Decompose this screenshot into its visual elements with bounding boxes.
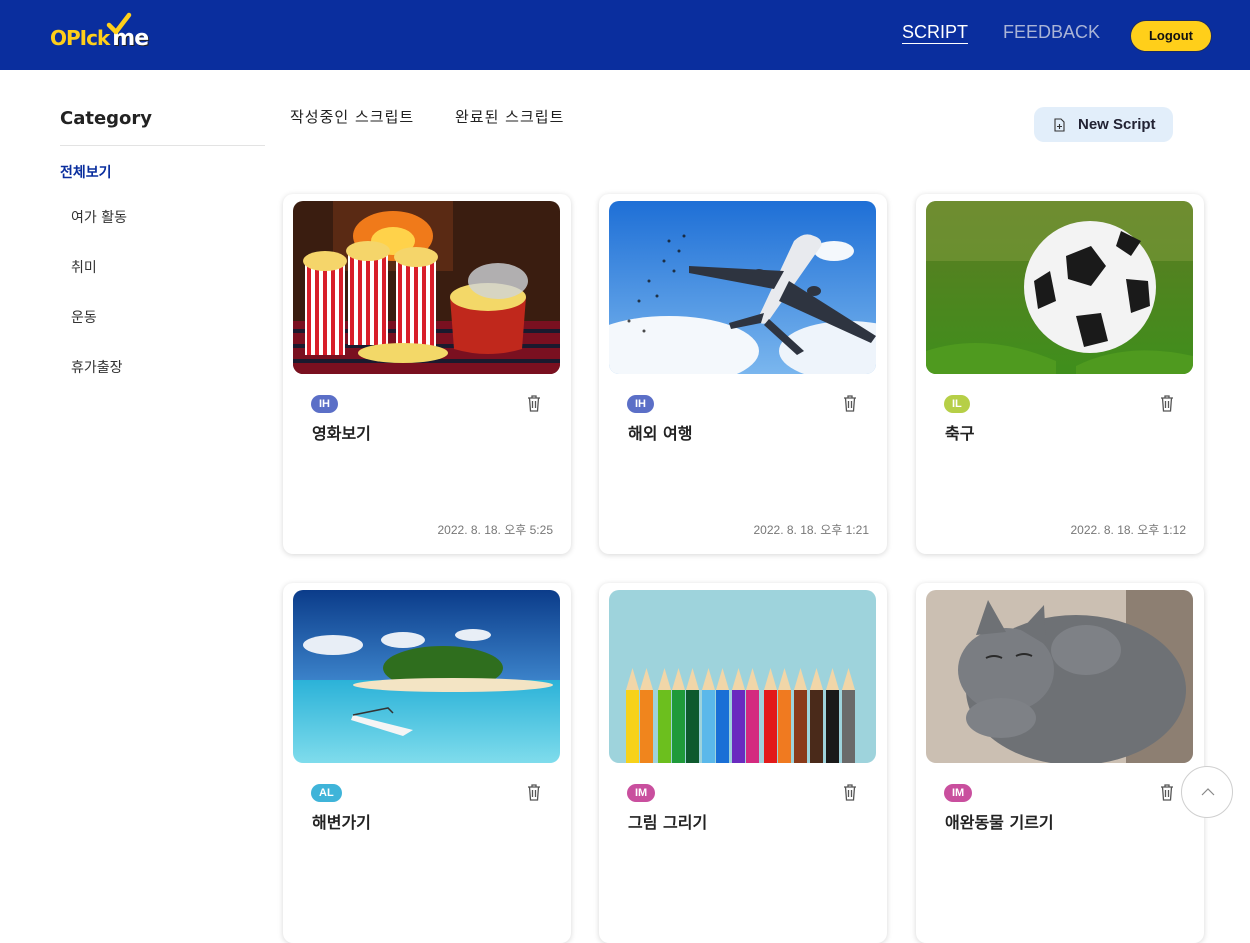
card-title: 애완동물 기르기 bbox=[945, 813, 1054, 832]
trash-icon[interactable] bbox=[527, 784, 541, 801]
level-badge: AL bbox=[311, 784, 342, 802]
category-sidebar: Category 전체보기 여가 활동 취미 운동 휴가출장 bbox=[60, 100, 265, 384]
logout-button[interactable]: Logout bbox=[1130, 20, 1212, 52]
scroll-to-top-button[interactable] bbox=[1181, 766, 1233, 818]
level-badge: IM bbox=[627, 784, 656, 802]
trash-icon[interactable] bbox=[527, 395, 541, 412]
trash-icon[interactable] bbox=[1160, 395, 1174, 412]
script-card[interactable]: IH 영화보기 2022. 8. 18. 오후 5:25 bbox=[283, 194, 571, 554]
card-title: 축구 bbox=[945, 424, 975, 443]
top-navigation-bar: OPIck me SCRIPT FEEDBACK Logout bbox=[0, 0, 1250, 70]
new-script-button[interactable]: New Script bbox=[1034, 107, 1173, 142]
soccer-ball-image bbox=[926, 201, 1193, 374]
beach-island-image bbox=[293, 590, 560, 763]
chevron-up-icon bbox=[1201, 788, 1215, 796]
airplane-image bbox=[609, 201, 876, 374]
tab-in-progress[interactable]: 작성중인 스크립트 bbox=[290, 106, 414, 127]
cat-image bbox=[926, 590, 1193, 763]
card-title: 영화보기 bbox=[312, 424, 371, 443]
popcorn-image bbox=[293, 201, 560, 374]
card-title: 해외 여행 bbox=[628, 424, 693, 443]
category-item-hobby[interactable]: 취미 bbox=[71, 253, 265, 284]
card-date: 2022. 8. 18. 오후 1:12 bbox=[1070, 523, 1187, 537]
script-card[interactable]: IM 애완동물 기르기 bbox=[916, 583, 1204, 943]
script-card[interactable]: IH 해외 여행 2022. 8. 18. 오후 1:21 bbox=[599, 194, 887, 554]
trash-icon[interactable] bbox=[1160, 784, 1174, 801]
category-all[interactable]: 전체보기 bbox=[60, 162, 265, 184]
script-card[interactable]: IM 그림 그리기 bbox=[599, 583, 887, 943]
trash-icon[interactable] bbox=[843, 784, 857, 801]
level-badge: IH bbox=[311, 395, 338, 413]
category-item-vacation-business-trip[interactable]: 휴가출장 bbox=[71, 353, 265, 384]
nav-script-link[interactable]: SCRIPT bbox=[902, 22, 969, 44]
new-file-icon bbox=[1054, 118, 1065, 132]
category-item-leisure[interactable]: 여가 활동 bbox=[71, 203, 265, 234]
colored-pencils-image bbox=[609, 590, 876, 763]
category-title: Category bbox=[60, 100, 265, 146]
logo-text: OPIck me bbox=[50, 26, 149, 51]
level-badge: IL bbox=[944, 395, 970, 413]
card-date: 2022. 8. 18. 오후 5:25 bbox=[437, 523, 554, 537]
trash-icon[interactable] bbox=[843, 395, 857, 412]
check-mark-icon bbox=[106, 12, 132, 35]
card-date: 2022. 8. 18. 오후 1:21 bbox=[753, 523, 870, 537]
opickme-logo[interactable]: OPIck me bbox=[50, 12, 160, 54]
level-badge: IH bbox=[627, 395, 654, 413]
card-title: 해변가기 bbox=[312, 813, 371, 832]
script-card[interactable]: IL 축구 2022. 8. 18. 오후 1:12 bbox=[916, 194, 1204, 554]
category-item-exercise[interactable]: 운동 bbox=[71, 303, 265, 334]
nav-feedback-link[interactable]: FEEDBACK bbox=[1003, 22, 1100, 42]
card-title: 그림 그리기 bbox=[628, 813, 708, 832]
tab-completed[interactable]: 완료된 스크립트 bbox=[455, 106, 564, 127]
level-badge: IM bbox=[944, 784, 973, 802]
new-script-label: New Script bbox=[1078, 116, 1156, 133]
script-card[interactable]: AL 해변가기 bbox=[283, 583, 571, 943]
